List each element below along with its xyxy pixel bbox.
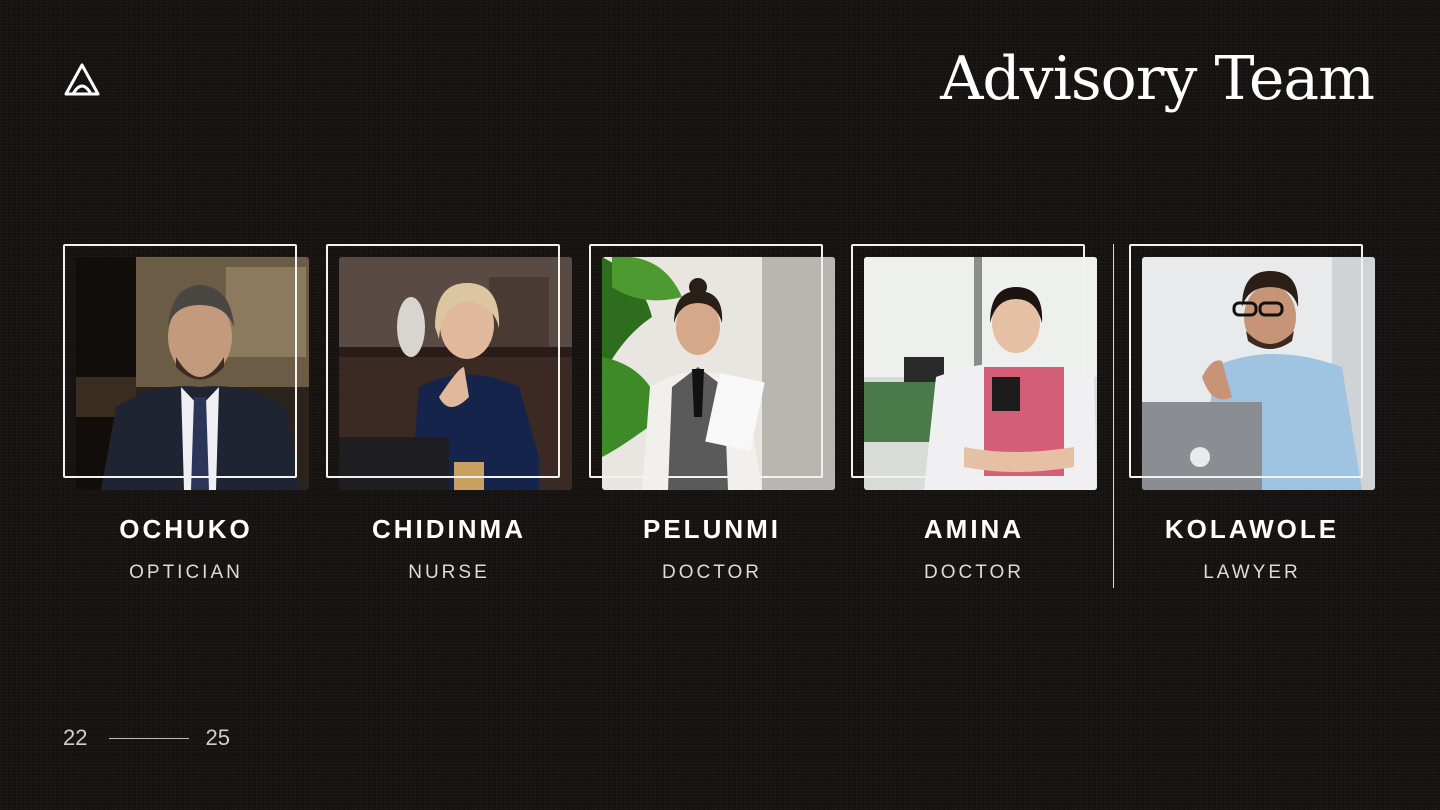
team-photo (864, 257, 1097, 490)
divider (1113, 244, 1114, 588)
member-name: AMINA (923, 514, 1025, 544)
team-photo (1142, 257, 1375, 490)
logo-icon (64, 63, 100, 96)
team-photo (76, 257, 309, 490)
member-name: PELUNMI (643, 514, 781, 544)
member-name: KOLAWOLE (1164, 514, 1340, 544)
current-page: 22 (63, 725, 88, 750)
page-separator (109, 737, 190, 739)
page-indicator: 22 25 (63, 724, 230, 752)
member-role: NURSE (408, 562, 490, 583)
member-name: CHIDINMA (372, 514, 526, 544)
team-photo (602, 257, 835, 490)
member-role: LAWYER (1203, 562, 1301, 583)
member-role: DOCTOR (924, 562, 1024, 583)
member-name: OCHUKO (119, 514, 253, 544)
page-title: Advisory Team (940, 44, 1375, 114)
team-photo (339, 257, 572, 490)
member-role: DOCTOR (662, 562, 762, 583)
total-pages: 25 (205, 725, 230, 750)
member-role: OPTICIAN (129, 562, 243, 583)
